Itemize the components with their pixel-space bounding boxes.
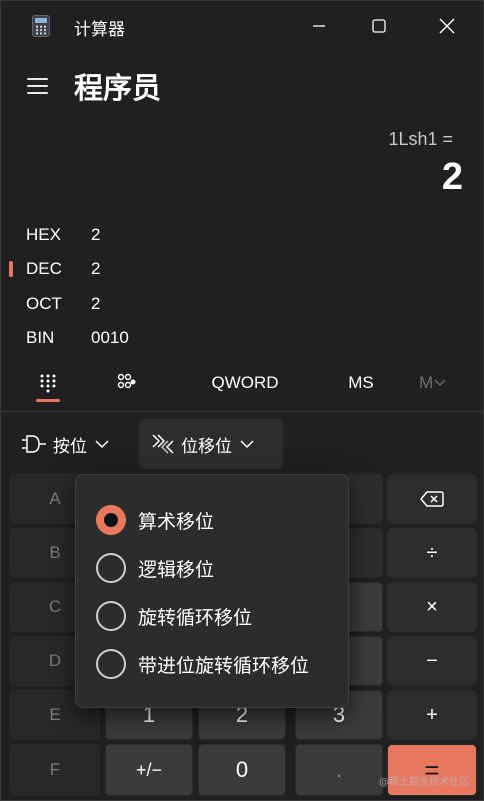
bit-shift-label: 位移位 [181,436,232,457]
close-icon [439,18,455,34]
radix-row-dec[interactable]: DEC 2 [1,252,301,286]
calculator-app-icon [32,15,50,37]
radix-row-hex[interactable]: HEX 2 [1,218,301,252]
key-f[interactable]: F [10,744,100,796]
bit-shift-menu: 算术移位 逻辑移位 旋转循环移位 带进位旋转循环移位 [75,474,349,708]
shift-option-logical[interactable]: 逻辑移位 [76,545,350,591]
radix-row-oct[interactable]: OCT 2 [1,287,301,321]
shift-option-label: 带进位旋转循环移位 [138,654,310,677]
close-button[interactable] [417,1,477,51]
keypad-icon [40,374,56,393]
minimize-button[interactable] [289,1,349,51]
active-tab-indicator [36,399,60,402]
backspace-icon [420,491,444,507]
logic-gate-icon [22,435,46,453]
word-size-button[interactable]: QWORD [195,366,295,400]
maximize-button[interactable] [349,1,409,51]
radix-name: OCT [26,294,62,313]
expression-display: 1Lsh1 = [388,129,453,149]
radix-row-bin[interactable]: BIN 0010 [1,321,301,355]
divide-button[interactable]: ÷ [387,528,477,578]
memory-store-button[interactable]: MS [331,366,391,400]
subtract-button[interactable]: − [387,636,477,686]
decimal-button[interactable]: . [295,744,383,796]
watermark: @稀土掘金技术社区 [379,777,469,788]
calculator-window: 计算器 程序员 1Lsh1 = 2 HEX 2 DEC 2 OCT 2 BIN … [0,0,484,801]
negate-button[interactable]: +/− [105,744,193,796]
key-0[interactable]: 0 [198,744,286,796]
selected-indicator [9,261,13,277]
bit-shift-dropdown[interactable]: 位移位 [139,419,283,469]
radix-value: 0010 [91,328,129,347]
backspace-button[interactable] [387,474,477,524]
shift-option-label: 算术移位 [138,510,215,533]
shift-option-label: 旋转循环移位 [138,606,253,629]
memory-recall-button[interactable]: M [419,366,463,400]
radix-name: HEX [26,225,61,244]
menu-hamburger-icon[interactable] [25,75,51,97]
shift-option-rotate-circular[interactable]: 旋转循环移位 [76,593,350,639]
add-button[interactable]: + [387,690,477,740]
shift-option-label: 逻辑移位 [138,558,215,581]
bitwise-dropdown[interactable]: 按位 [9,419,133,469]
chevron-down-icon [95,440,109,449]
multiply-button[interactable]: × [387,582,477,632]
app-title: 计算器 [74,20,125,40]
result-display: 2 [441,156,463,198]
radix-name: DEC [26,259,62,278]
memory-recall-label: M [419,373,434,392]
radix-name: BIN [26,328,55,347]
radix-value: 2 [91,294,101,313]
maximize-icon [372,19,386,33]
tab-full-keypad[interactable] [23,363,73,403]
bitwise-label: 按位 [53,436,87,457]
equals-button[interactable]: = [387,744,477,796]
chevron-down-icon [240,440,254,449]
chevron-down-icon [434,379,446,386]
minimize-icon [313,25,325,27]
shift-option-rotate-through-carry[interactable]: 带进位旋转循环移位 [76,641,350,687]
tab-bit-toggling-keypad[interactable] [101,363,151,403]
radix-value: 2 [91,259,101,278]
shift-option-arithmetic[interactable]: 算术移位 [76,497,350,543]
bit-toggle-icon [117,373,136,389]
bit-shift-icon [152,434,174,454]
radix-value: 2 [91,225,101,244]
radio-unselected-icon [96,553,126,583]
title-bar: 计算器 [1,1,484,51]
radio-selected-icon [96,505,126,535]
divider [1,411,484,412]
radio-unselected-icon [96,649,126,679]
page-title: 程序员 [74,71,162,105]
radio-unselected-icon [96,601,126,631]
